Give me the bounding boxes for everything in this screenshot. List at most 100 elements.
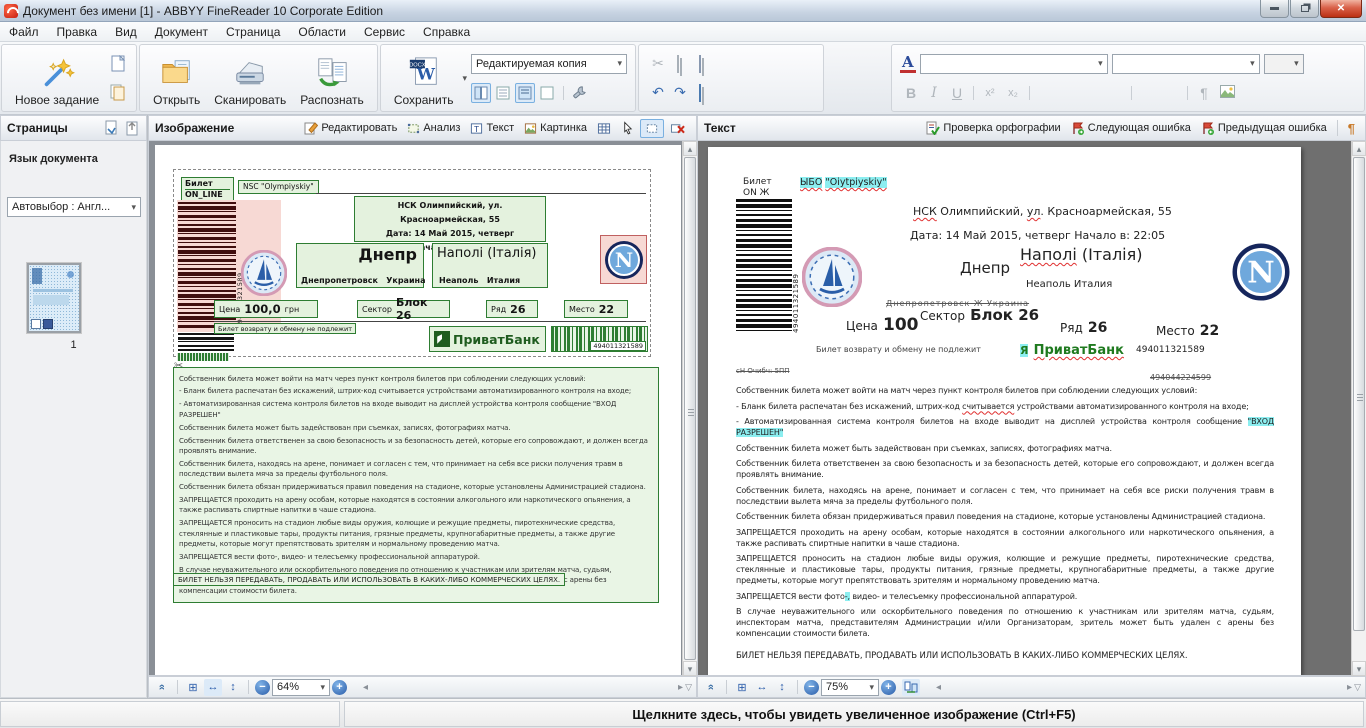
marquee-select-button[interactable]: [640, 118, 664, 138]
image-canvas[interactable]: Билет ON_LINE NSC "Olympiyskiy" НСК Олим…: [148, 141, 697, 676]
scan-button[interactable]: Сканировать: [207, 47, 293, 109]
fit-height-button[interactable]: ↕: [773, 679, 791, 696]
save-dropdown-arrow[interactable]: ▾: [460, 47, 469, 109]
fit-height-button[interactable]: ↕: [224, 679, 242, 696]
analyze-button[interactable]: Анализ: [403, 120, 464, 137]
save-group: W DOCX Сохранить ▾ Редактируемая копия ▾: [379, 44, 636, 112]
fit-page-button[interactable]: ⊞: [733, 679, 751, 696]
ocr-terms[interactable]: Собственник билета может войти на матч ч…: [736, 385, 1274, 667]
menu-file[interactable]: Файл: [0, 23, 48, 41]
redo-icon[interactable]: ↷: [669, 84, 691, 101]
text-zoom-select[interactable]: 75% ▾: [821, 678, 879, 696]
font-size-select[interactable]: ▾: [1111, 53, 1260, 74]
layout-text-only-button[interactable]: [493, 83, 513, 103]
superscript-button[interactable]: x²: [979, 87, 1001, 99]
document-language-select[interactable]: Автовыбор : Англ... ▾: [7, 197, 141, 217]
image-zoom-select[interactable]: 64% ▾: [272, 678, 330, 696]
new-task-button[interactable]: Новое задание: [8, 47, 106, 109]
next-error-button[interactable]: Следующая ошибка: [1067, 119, 1195, 137]
save-button[interactable]: W DOCX Сохранить: [387, 47, 461, 109]
zoom-out-button[interactable]: −: [804, 679, 819, 695]
fit-width-button[interactable]: ↔: [753, 679, 771, 696]
previous-error-button[interactable]: Предыдущая ошибка: [1197, 119, 1331, 137]
ocr-barcode-number: 494011321589: [1136, 345, 1205, 355]
menu-tools[interactable]: Сервис: [355, 23, 414, 41]
fit-width-button[interactable]: ↔: [204, 678, 222, 696]
copy-icon[interactable]: [669, 54, 691, 73]
duplicate-page-button[interactable]: [108, 83, 128, 103]
page-thumbnail[interactable]: [26, 262, 82, 334]
barcode-lower: [178, 333, 234, 352]
menu-view[interactable]: Вид: [106, 23, 146, 41]
open-image-icon[interactable]: [104, 120, 119, 136]
select-cursor-button[interactable]: [617, 119, 638, 137]
font-name-select[interactable]: ▾: [919, 53, 1108, 74]
delete-area-button[interactable]: [666, 120, 690, 137]
hscroll-right-arrow[interactable]: ▸: [1347, 682, 1352, 693]
scan-page-icon[interactable]: [125, 120, 140, 136]
new-page-button[interactable]: [108, 54, 128, 74]
open-button[interactable]: Открыть: [146, 47, 207, 109]
layout-image-text-button[interactable]: [470, 82, 491, 103]
sync-view-button[interactable]: [902, 678, 920, 696]
insert-picture-button[interactable]: [1216, 84, 1238, 101]
menu-areas[interactable]: Области: [289, 23, 355, 41]
menu-edit[interactable]: Правка: [48, 23, 107, 41]
text-canvas[interactable]: Билет ON Ж ЫБО "Oiytpiyskiy" 49401132158…: [697, 141, 1366, 676]
save-mode-select[interactable]: Редактируемая копия ▾: [470, 53, 627, 74]
collapse-toolbar-button[interactable]: »: [153, 679, 171, 696]
sector-box: Сектор Блок 26: [357, 296, 450, 322]
zoom-in-button[interactable]: +: [332, 679, 347, 695]
table-area-button[interactable]: [593, 120, 615, 137]
text-vertical-scrollbar[interactable]: ▴ ▾: [1351, 141, 1366, 676]
splitter-expand-icon[interactable]: ▽: [685, 682, 692, 693]
show-formatting-marks-button[interactable]: ¶: [1344, 119, 1359, 138]
chevron-down-icon: ▾: [1250, 58, 1255, 68]
text-direction-button[interactable]: ¶: [1193, 85, 1215, 101]
restore-button[interactable]: [1290, 0, 1319, 18]
splitter-expand-icon[interactable]: ▽: [1354, 682, 1361, 693]
hscroll-left-arrow[interactable]: ◂: [363, 682, 368, 693]
scroll-down-arrow[interactable]: ▾: [1352, 661, 1366, 676]
pages-panel: Страницы Язык документа Автовыбор : Англ…: [0, 115, 148, 698]
bold-button[interactable]: B: [900, 85, 922, 101]
ocr-ticket-badge: Билет ON Ж: [743, 177, 772, 198]
scroll-down-arrow[interactable]: ▾: [683, 661, 697, 676]
options-wrench-button[interactable]: [570, 83, 590, 103]
image-vertical-scrollbar[interactable]: ▴ ▾: [682, 141, 697, 676]
cut-icon[interactable]: ✂: [647, 55, 669, 72]
close-button[interactable]: ✕: [1320, 0, 1362, 18]
menu-page[interactable]: Страница: [217, 23, 289, 41]
hscroll-right-arrow[interactable]: ▸: [678, 682, 683, 693]
edit-image-button[interactable]: Редактировать: [300, 119, 401, 137]
picture-area-button[interactable]: Картинка: [520, 120, 591, 137]
scanned-page: Билет ON_LINE NSC "Olympiyskiy" НСК Олим…: [155, 145, 681, 675]
paste-special-icon[interactable]: [691, 83, 713, 102]
ocr-page[interactable]: Билет ON Ж ЫБО "Oiytpiyskiy" 49401132158…: [708, 147, 1301, 675]
font-color-icon[interactable]: A: [900, 54, 916, 73]
zoom-window-hint[interactable]: Щелкните здесь, чтобы увидеть увеличенно…: [344, 701, 1364, 727]
menu-document[interactable]: Документ: [146, 23, 217, 41]
spell-check-button[interactable]: Проверка орфографии: [922, 119, 1064, 137]
undo-icon[interactable]: ↶: [647, 84, 669, 101]
minimize-button[interactable]: [1260, 0, 1289, 18]
zoom-out-button[interactable]: −: [255, 679, 270, 695]
italic-button[interactable]: I: [923, 85, 945, 101]
subscript-button[interactable]: x₂: [1002, 87, 1024, 99]
fit-page-button[interactable]: ⊞: [184, 679, 202, 696]
recognize-pages-icon: [318, 58, 347, 87]
collapse-toolbar-button[interactable]: »: [702, 679, 720, 696]
scroll-up-arrow[interactable]: ▴: [683, 141, 697, 156]
recognize-button[interactable]: Распознать: [293, 47, 371, 109]
paste-icon[interactable]: [691, 54, 713, 73]
layout-page-button[interactable]: [537, 83, 557, 103]
underline-button[interactable]: U: [946, 85, 968, 101]
text-area-button[interactable]: T Текст: [466, 120, 518, 137]
zoom-in-button[interactable]: +: [881, 679, 896, 695]
hscroll-left-arrow[interactable]: ◂: [936, 682, 941, 693]
scroll-up-arrow[interactable]: ▴: [1352, 141, 1366, 156]
style-select[interactable]: ▾: [1263, 53, 1304, 74]
menu-help[interactable]: Справка: [414, 23, 479, 41]
text-area-icon: T: [471, 122, 483, 133]
layout-split-button[interactable]: [514, 82, 535, 103]
